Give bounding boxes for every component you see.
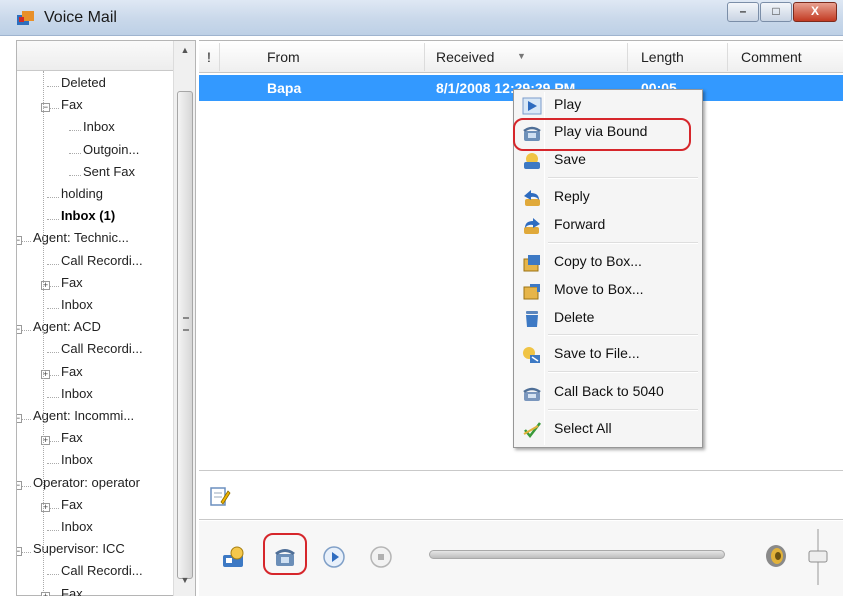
forward-icon [524, 218, 540, 234]
minimize-button[interactable]: – [727, 2, 759, 22]
tree-item[interactable]: Supervisor: ICC [33, 541, 125, 563]
tree-item[interactable]: Inbox [61, 452, 93, 474]
menu-label: Select All [554, 420, 612, 436]
sort-descending-icon: ▼ [517, 51, 526, 61]
tree-scrollbar[interactable]: ▲ ▼ [173, 41, 195, 596]
tree-item[interactable]: Inbox [61, 519, 93, 541]
tree-item[interactable]: Agent: Incommi... [33, 408, 134, 430]
close-button[interactable]: X [793, 2, 837, 22]
playback-toolbar [199, 521, 843, 596]
tree-item[interactable]: holding [61, 186, 103, 208]
menu-item-delete[interactable]: Delete [516, 306, 700, 331]
menu-item-forward[interactable]: Forward [516, 213, 700, 238]
menu-label: Call Back to 5040 [554, 383, 664, 399]
window-title: Voice Mail [44, 9, 117, 26]
tree-item[interactable]: Outgoin... [83, 142, 139, 164]
tree-item[interactable]: Call Recordi... [61, 341, 143, 363]
play-icon[interactable] [322, 545, 346, 569]
volume-slider[interactable] [805, 527, 831, 587]
collapse-icon[interactable]: − [17, 480, 22, 490]
menu-label: Save [554, 151, 586, 167]
menu-label: Forward [554, 216, 606, 232]
tree-header [17, 41, 195, 71]
row-from: Bapa [267, 80, 302, 96]
tree-item[interactable]: Sent Fax [83, 164, 135, 186]
tree-item[interactable]: Fax [61, 430, 83, 452]
tree-item[interactable]: Inbox [61, 297, 93, 319]
folder-tree: Deleted − Fax Inbox Outgoin... Sent Fax holdin… [16, 40, 196, 596]
tree-item[interactable]: Fax [61, 364, 83, 386]
maximize-button[interactable]: □ [760, 2, 792, 22]
playback-progress-slider[interactable] [429, 550, 725, 559]
menu-item-reply[interactable]: Reply [516, 185, 700, 210]
minimize-icon: – [739, 4, 747, 18]
reply-icon [524, 190, 540, 206]
column-received[interactable]: Received [436, 49, 494, 65]
close-icon: X [810, 4, 819, 18]
menu-label: Play [554, 96, 582, 112]
collapse-icon[interactable]: − [17, 547, 22, 557]
title-bar: Voice Mail – □ X [0, 0, 843, 36]
tree-item[interactable]: Fax [61, 497, 83, 519]
tree-item[interactable]: Inbox (1) [61, 208, 115, 230]
copy-to-box-icon [523, 255, 540, 272]
menu-item-select-all[interactable]: Select All [516, 417, 700, 442]
scroll-up-icon[interactable]: ▲ [174, 45, 196, 55]
volume-icon[interactable] [763, 543, 789, 569]
menu-item-play[interactable]: Play [516, 93, 700, 118]
menu-item-save[interactable]: Save [516, 148, 700, 173]
menu-label: Copy to Box... [554, 253, 642, 269]
select-all-icon [523, 422, 541, 438]
context-menu: Play Play via Bound Save Reply Forward C… [513, 89, 703, 448]
collapse-icon[interactable]: − [17, 325, 22, 335]
menu-item-copy-to-box[interactable]: Copy to Box... [516, 250, 700, 275]
voicemail-box-icon[interactable] [221, 545, 247, 569]
scroll-thumb[interactable] [177, 91, 193, 579]
collapse-icon[interactable]: − [17, 236, 22, 246]
menu-item-move-to-box[interactable]: Move to Box... [516, 278, 700, 303]
comment-area [199, 470, 843, 520]
save-to-file-icon [523, 347, 540, 363]
column-length[interactable]: Length [641, 49, 684, 65]
tree-item[interactable]: Fax [61, 97, 83, 119]
play-icon [522, 97, 542, 115]
menu-label: Delete [554, 309, 595, 325]
save-icon [524, 153, 540, 169]
tree-item[interactable]: Inbox [61, 386, 93, 408]
voicemail-app-icon [17, 11, 34, 25]
tree-item[interactable]: Inbox [83, 119, 115, 141]
column-priority[interactable]: ! [207, 49, 211, 65]
column-from[interactable]: From [267, 49, 300, 65]
toolbar-highlight-annotation [263, 533, 307, 575]
delete-icon [526, 311, 538, 327]
tree-item[interactable]: Operator: operator [33, 475, 140, 497]
edit-comment-icon[interactable] [209, 485, 231, 507]
tree-item[interactable]: Agent: Technic... [33, 230, 129, 252]
tree-item[interactable]: Call Recordi... [61, 253, 143, 275]
tree-item[interactable]: Fax [61, 275, 83, 297]
stop-icon[interactable] [369, 545, 393, 569]
tree-item[interactable]: Call Recordi... [61, 563, 143, 585]
menu-label: Move to Box... [554, 281, 644, 297]
menu-label: Save to File... [554, 345, 640, 361]
column-comment[interactable]: Comment [741, 49, 802, 65]
move-to-box-icon [523, 284, 540, 300]
menu-item-save-to-file[interactable]: Save to File... [516, 342, 700, 367]
column-header: ! From Received ▼ Length Comment [199, 41, 843, 73]
menu-item-call-back[interactable]: Call Back to 5040 [516, 380, 700, 405]
maximize-icon: □ [772, 4, 780, 18]
expand-icon[interactable]: + [41, 591, 50, 596]
tree-item[interactable]: Fax [61, 586, 83, 596]
tree-item[interactable]: Deleted [61, 75, 106, 97]
call-back-icon [523, 387, 541, 401]
tree-items: Deleted − Fax Inbox Outgoin... Sent Fax holdin… [17, 71, 173, 596]
collapse-icon[interactable]: − [17, 414, 22, 423]
scroll-down-icon[interactable]: ▼ [174, 575, 196, 585]
menu-label: Reply [554, 188, 590, 204]
menu-highlight-annotation [513, 118, 691, 151]
